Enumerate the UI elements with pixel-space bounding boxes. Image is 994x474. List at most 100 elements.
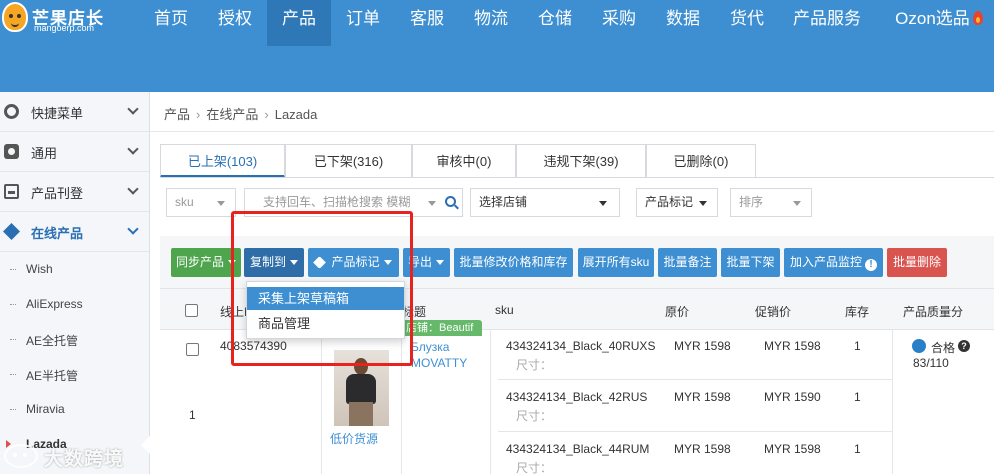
caret-down-icon [217, 201, 225, 206]
brand-domain: mangoerp.com [34, 23, 95, 33]
search-icon[interactable] [445, 196, 456, 207]
store-select[interactable]: 选择店铺 [470, 188, 620, 217]
sku-promo-price: MYR 1598 [764, 442, 821, 456]
row-index: 1 [189, 408, 196, 422]
low-price-source-link[interactable]: 低价货源 [330, 430, 378, 447]
product-mark-select-value: 产品标记 [645, 195, 694, 209]
nav-warehouse[interactable]: 仓储 [524, 0, 586, 46]
sidebar-group-label: 产品刊登 [31, 186, 84, 201]
highlight-annotation-box [231, 211, 413, 366]
breadcrumb-online-products[interactable]: 在线产品 [206, 107, 258, 122]
sidebar-group-general[interactable]: 通用 [0, 132, 149, 172]
chevron-down-icon [127, 223, 139, 235]
model-skirt [349, 402, 373, 426]
sidebar-item-aliexpress[interactable]: AliExpress [0, 287, 149, 322]
sidebar-group-shortcuts[interactable]: 快捷菜单 [0, 92, 149, 132]
sidebar-item-ae-full-managed[interactable]: AE全托管 [0, 322, 149, 357]
col-promo-price: 促销价 [755, 305, 792, 319]
cube-icon [3, 223, 20, 240]
chevron-down-icon [127, 143, 139, 155]
sidebar-item-miravia[interactable]: Miravia [0, 392, 149, 427]
bulk-delete-button[interactable]: 批量删除 [887, 248, 947, 277]
caret-down-icon [793, 201, 801, 206]
sku-stock: 1 [854, 390, 861, 404]
sidebar-item-wish[interactable]: Wish [0, 252, 149, 287]
sidebar-item-label: AliExpress [26, 297, 83, 311]
select-all-checkbox[interactable] [185, 304, 198, 317]
expand-all-sku-button[interactable]: 展开所有sku [578, 248, 654, 277]
sort-select-value: 排序 [739, 195, 764, 209]
sidebar-group-listing[interactable]: 产品刊登 [0, 172, 149, 212]
chevron-down-icon [127, 103, 139, 115]
sidebar: 快捷菜单 通用 产品刊登 在线产品 Wish AliExpress AE全托管 … [0, 92, 150, 474]
watermark-text: 大数跨境 [44, 449, 125, 470]
nav-logistics[interactable]: 物流 [460, 0, 522, 46]
sort-select[interactable]: 排序 [730, 188, 812, 217]
tab-listed[interactable]: 已上架(103) [160, 144, 285, 178]
bulk-note-button[interactable]: 批量备注 [658, 248, 717, 277]
divider [498, 379, 892, 380]
tree-connector [10, 374, 16, 375]
top-header: 芒果店长 mangoerp.com 首页 授权 产品 订单 客服 物流 仓储 采… [0, 0, 994, 92]
product-mark-select[interactable]: 产品标记 [636, 188, 718, 217]
row-checkbox[interactable] [186, 343, 199, 356]
add-product-monitor-button[interactable]: 加入产品监控! [784, 248, 883, 277]
bulk-delist-button[interactable]: 批量下架 [721, 248, 780, 277]
tab-under-review[interactable]: 审核中(0) [412, 144, 516, 178]
col-price: 原价 [665, 305, 690, 319]
col-sku: sku [495, 303, 514, 317]
sku-promo-price: MYR 1598 [764, 339, 821, 353]
nav-ozon-selection[interactable]: Ozon选品 [884, 0, 994, 46]
nav-forwarder[interactable]: 货代 [716, 0, 778, 46]
nav-home[interactable]: 首页 [140, 0, 202, 46]
caret-down-icon [436, 260, 444, 265]
sku-field-select[interactable]: sku [166, 188, 236, 217]
nav-product[interactable]: 产品 [267, 0, 331, 46]
sku-price: MYR 1598 [674, 339, 731, 353]
add-product-monitor-label: 加入产品监控 [789, 255, 862, 269]
quality-label: 合格 [931, 341, 956, 355]
watermark-logo-icon [4, 444, 38, 468]
nav-auth[interactable]: 授权 [204, 0, 266, 46]
product-title-link[interactable]: Блузка MOVATTY [411, 339, 495, 371]
tree-connector [10, 269, 16, 270]
nav-data[interactable]: 数据 [652, 0, 714, 46]
sku-price: MYR 1598 [674, 442, 731, 456]
bulk-edit-price-stock-button[interactable]: 批量修改价格和库存 [454, 248, 573, 277]
sidebar-group-label: 在线产品 [31, 226, 84, 241]
search-placeholder: 支持回车、扫描枪搜索 模糊 [263, 195, 411, 209]
nav-product-services[interactable]: 产品服务 [780, 0, 874, 46]
chevron-down-icon [127, 183, 139, 195]
tab-delisted[interactable]: 已下架(316) [285, 144, 412, 178]
tab-violation-delisted[interactable]: 违规下架(39) [516, 144, 646, 178]
sku-select-value: sku [175, 195, 194, 209]
listing-icon [4, 184, 19, 199]
nav-purchase[interactable]: 采购 [588, 0, 650, 46]
info-icon: ! [865, 259, 877, 271]
sidebar-group-online-products[interactable]: 在线产品 [0, 212, 149, 252]
nav-customer-service[interactable]: 客服 [396, 0, 458, 46]
quality-status-icon [912, 339, 926, 353]
fire-icon [972, 11, 983, 25]
mango-mascot-icon [2, 2, 28, 32]
breadcrumb-product[interactable]: 产品 [164, 107, 190, 122]
sku-attribute: 尺寸： [516, 409, 553, 423]
sku-code: 434324134_Black_42RUS [506, 390, 648, 404]
nav-orders[interactable]: 订单 [332, 0, 394, 46]
tab-deleted[interactable]: 已删除(0) [646, 144, 756, 178]
sidebar-group-label: 快捷菜单 [31, 106, 84, 121]
brand-logo[interactable]: 芒果店长 mangoerp.com [2, 2, 142, 38]
help-icon[interactable]: ? [958, 340, 970, 352]
gear-icon [4, 144, 19, 159]
sidebar-item-label: Wish [26, 262, 53, 276]
nav-ozon-label: Ozon选品 [895, 9, 970, 28]
sidebar-group-label: 通用 [31, 146, 58, 161]
sku-stock: 1 [854, 442, 861, 456]
sidebar-item-label: AE半托管 [26, 369, 79, 383]
sidebar-item-ae-semi-managed[interactable]: AE半托管 [0, 357, 149, 392]
tree-connector [10, 304, 16, 305]
sidebar-item-label: Miravia [26, 402, 65, 416]
breadcrumb: 产品 › 在线产品 › Lazada [164, 104, 317, 123]
caret-down-icon [599, 201, 607, 206]
divider [892, 330, 893, 474]
